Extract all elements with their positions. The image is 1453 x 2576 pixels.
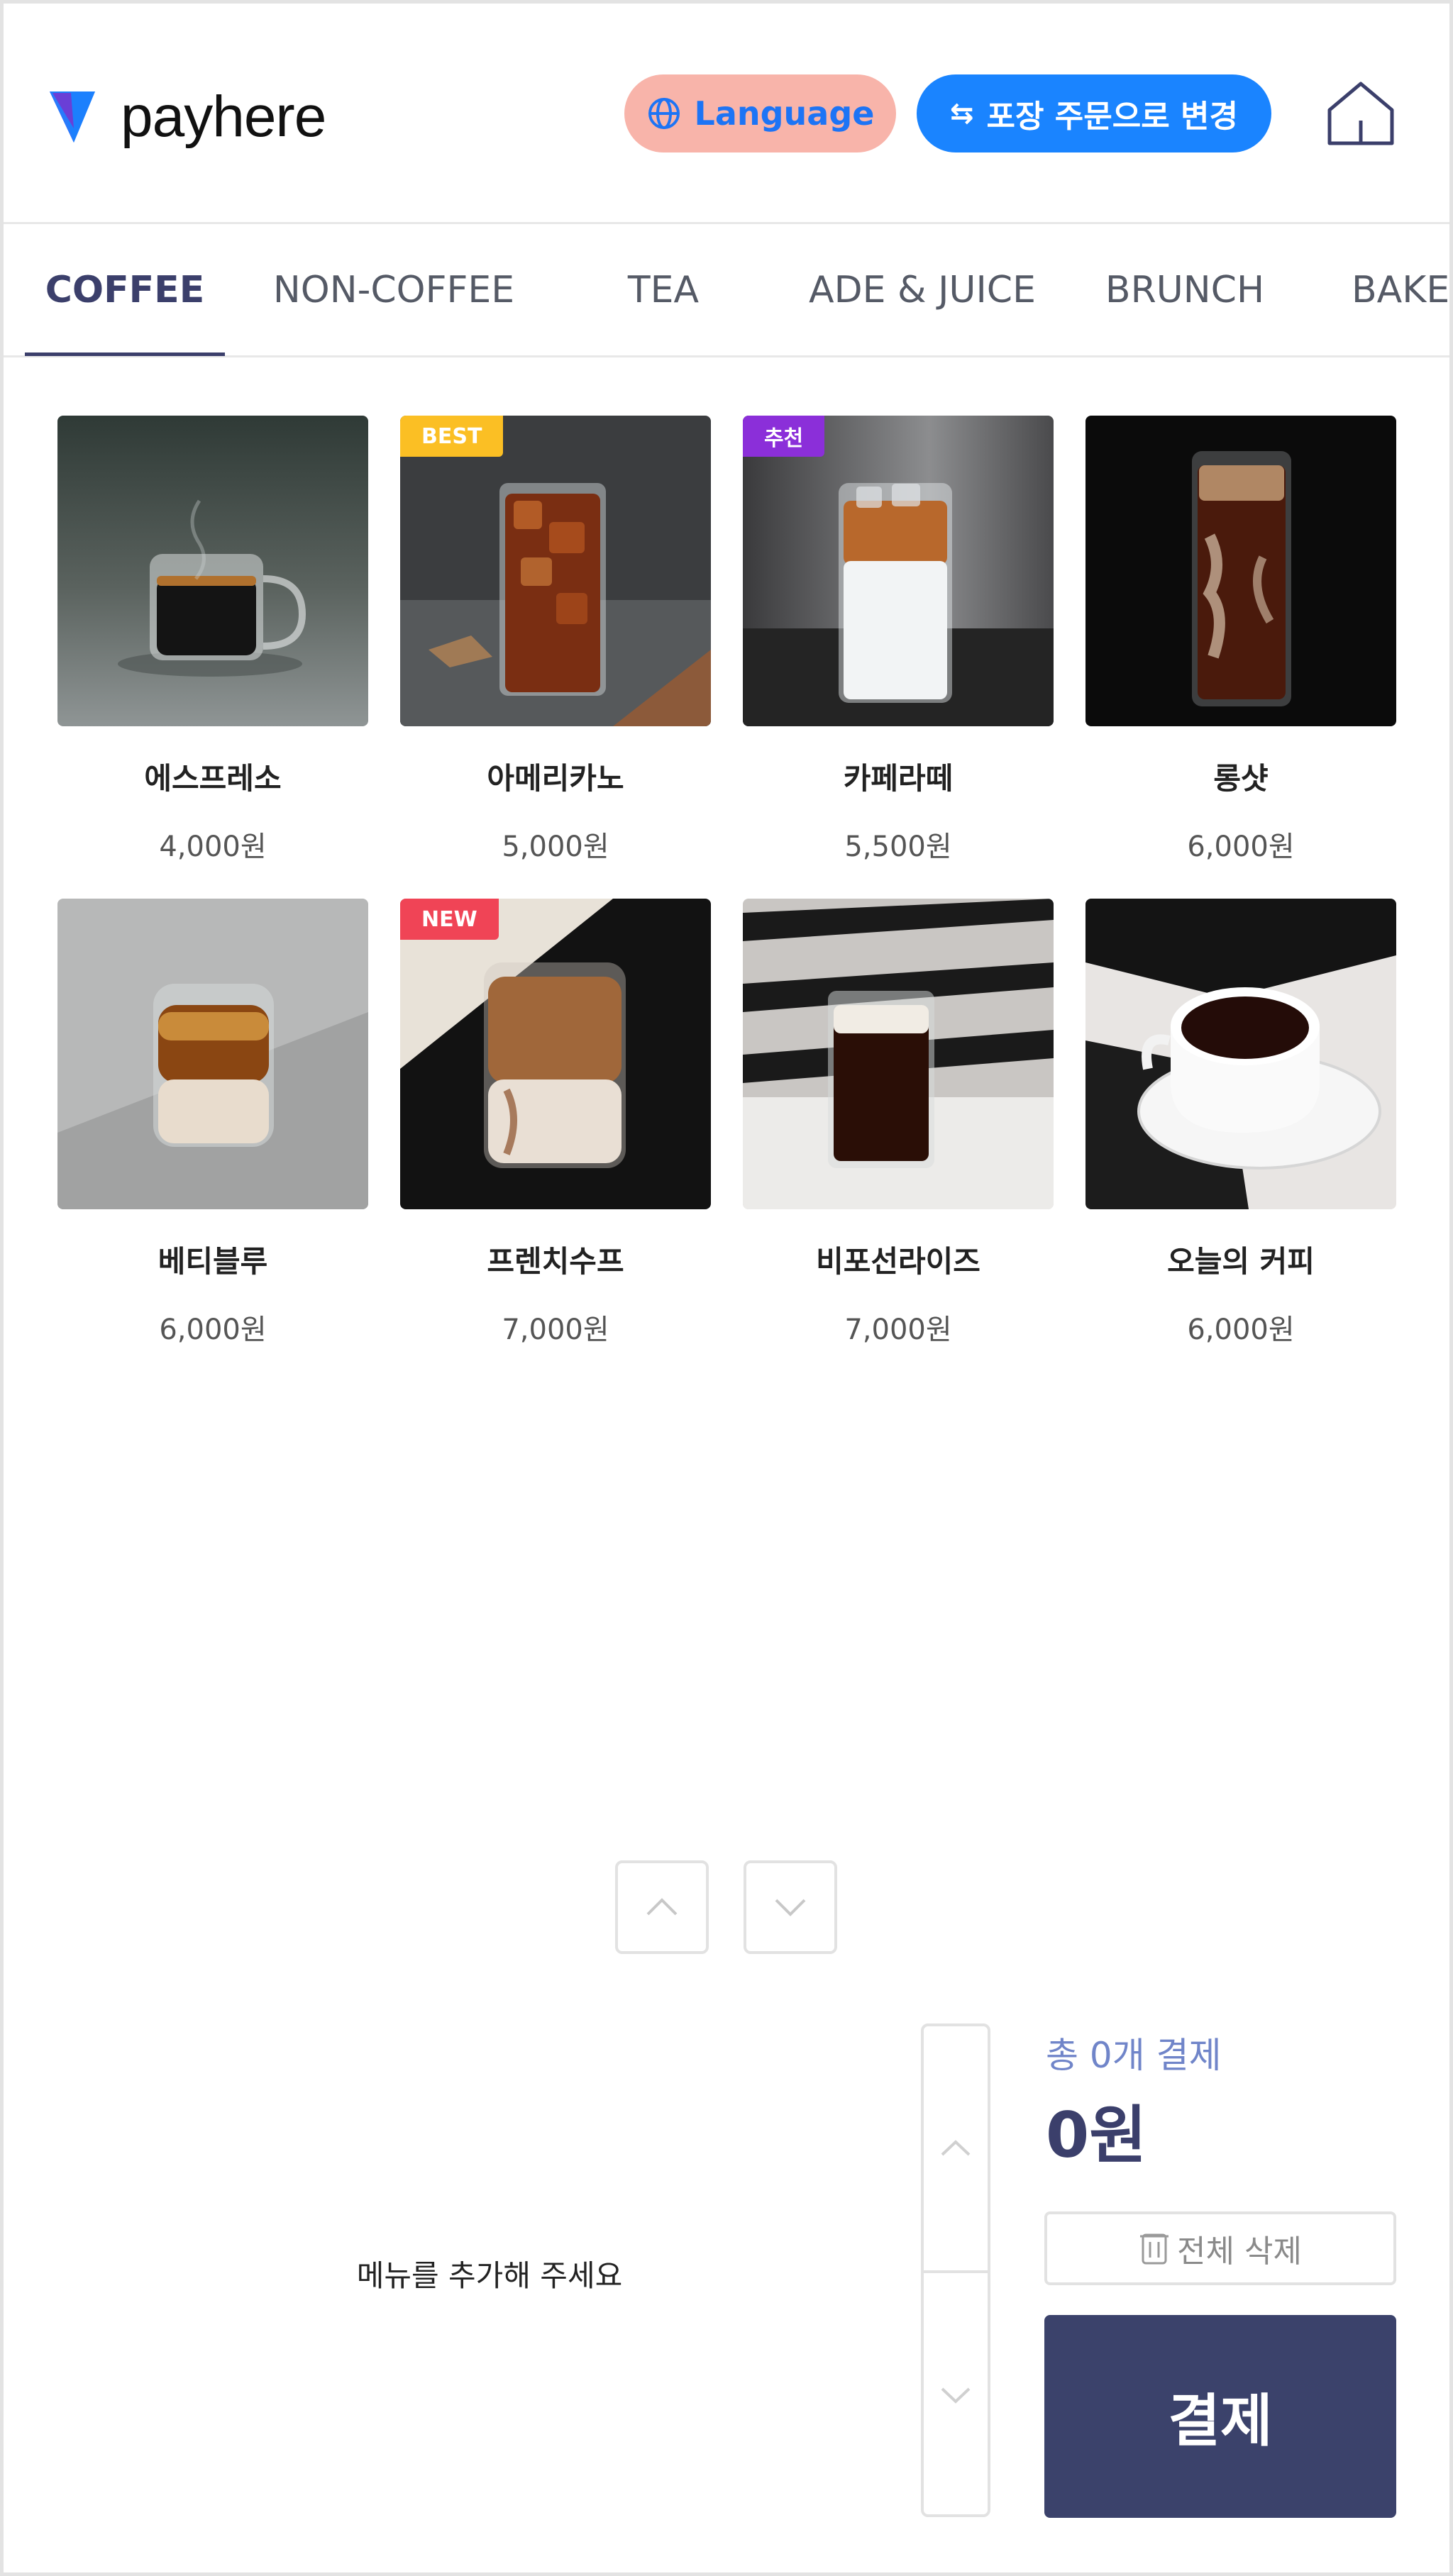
chevron-down-icon <box>941 2387 971 2404</box>
menu-item-price: 5,000원 <box>502 831 609 863</box>
badge-new: NEW <box>400 899 499 940</box>
menu-item-name: 롱샷 <box>1213 761 1269 796</box>
menu-item-price: 5,500원 <box>844 831 952 863</box>
cart-scroll-down-button[interactable] <box>924 2273 988 2517</box>
payhere-logo-icon <box>50 91 115 143</box>
cart-total-amount: 0원 <box>1046 2099 1147 2172</box>
menu-item-photo <box>57 416 368 726</box>
tab-ade-juice[interactable]: ADE & JUICE <box>802 224 1043 355</box>
tab-tea[interactable]: TEA <box>592 224 734 355</box>
menu-item-name: 베티블루 <box>158 1244 268 1279</box>
tab-non-coffee[interactable]: NON-COFFEE <box>263 224 525 355</box>
menu-item-price: 6,000원 <box>1187 831 1295 863</box>
menu-item-long-shot[interactable]: 롱샷 6,000원 <box>1085 416 1396 865</box>
badge-best: BEST <box>400 416 504 457</box>
menu-item-cafe-latte[interactable]: 추천 카페라떼 5,500원 <box>743 416 1054 865</box>
header: payhere Language ⇆ 포장 주문으로 변경 <box>0 0 1453 224</box>
page-down-button[interactable] <box>744 1860 837 1954</box>
menu-item-photo <box>57 899 368 1209</box>
menu-item-price: 4,000원 <box>159 831 267 863</box>
menu-item-photo <box>743 899 1054 1209</box>
menu-item-photo <box>1085 416 1396 726</box>
menu-item-name: 프렌치수프 <box>487 1244 624 1279</box>
takeout-order-button[interactable]: ⇆ 포장 주문으로 변경 <box>917 74 1271 152</box>
home-button[interactable] <box>1325 78 1396 149</box>
menu-item-french-soup[interactable]: NEW 프렌치수프 7,000원 <box>400 899 711 1348</box>
active-tab-indicator <box>25 352 225 356</box>
cart-empty-message: 메뉴를 추가해 주세요 <box>356 2258 623 2293</box>
cart-scroll-control <box>921 2023 990 2517</box>
menu-item-name: 오늘의 커피 <box>1167 1244 1315 1279</box>
badge-recommend: 추천 <box>743 416 825 457</box>
payhere-logo[interactable]: payhere <box>50 84 326 150</box>
tab-brunch[interactable]: BRUNCH <box>1096 224 1274 355</box>
menu-item-price: 6,000원 <box>159 1314 267 1346</box>
menu-item-photo <box>1085 899 1396 1209</box>
menu-item-price: 6,000원 <box>1187 1314 1295 1346</box>
menu-item-americano[interactable]: BEST 아메리카노 5,000원 <box>400 416 711 865</box>
page-up-button[interactable] <box>615 1860 709 1954</box>
takeout-order-label: 포장 주문으로 변경 <box>986 99 1238 135</box>
menu-item-photo: 추천 <box>743 416 1054 726</box>
pay-label: 결제 <box>1168 2388 1273 2454</box>
home-icon <box>1327 82 1394 145</box>
menu-item-name: 비포선라이즈 <box>816 1244 980 1279</box>
menu-item-price: 7,000원 <box>844 1314 952 1346</box>
cart-total-count: 총 0개 결제 <box>1046 2035 1222 2076</box>
logo-text: payhere <box>121 84 326 149</box>
clear-all-button[interactable]: 전체 삭제 <box>1044 2211 1396 2285</box>
cart-scroll-up-button[interactable] <box>924 2026 988 2270</box>
globe-icon <box>648 98 680 129</box>
tab-coffee[interactable]: COFFEE <box>25 224 225 355</box>
clear-all-label: 전체 삭제 <box>1177 2233 1302 2270</box>
menu-item-name: 아메리카노 <box>487 761 624 796</box>
menu-item-photo: BEST <box>400 416 711 726</box>
chevron-up-icon <box>646 1898 678 1916</box>
chevron-up-icon <box>941 2140 971 2156</box>
pay-button[interactable]: 결제 <box>1044 2315 1396 2518</box>
menu-item-price: 7,000원 <box>502 1314 609 1346</box>
menu-item-before-sunrise[interactable]: 비포선라이즈 7,000원 <box>743 899 1054 1348</box>
menu-item-photo: NEW <box>400 899 711 1209</box>
menu-item-betty-blue[interactable]: 베티블루 6,000원 <box>57 899 368 1348</box>
tab-bake[interactable]: BAKE <box>1352 224 1453 355</box>
category-tabs: COFFEE NON-COFFEE TEA ADE & JUICE BRUNCH… <box>0 224 1453 357</box>
menu-item-todays-coffee[interactable]: 오늘의 커피 6,000원 <box>1085 899 1396 1348</box>
trash-icon <box>1140 2233 1169 2265</box>
language-label: Language <box>694 94 875 133</box>
menu-item-name: 카페라떼 <box>843 761 954 796</box>
menu-item-espresso[interactable]: 에스프레소 4,000원 <box>57 416 368 865</box>
chevron-down-icon <box>775 1899 806 1916</box>
language-button[interactable]: Language <box>624 74 896 152</box>
menu-item-name: 에스프레소 <box>144 761 282 796</box>
swap-icon: ⇆ <box>950 97 974 130</box>
